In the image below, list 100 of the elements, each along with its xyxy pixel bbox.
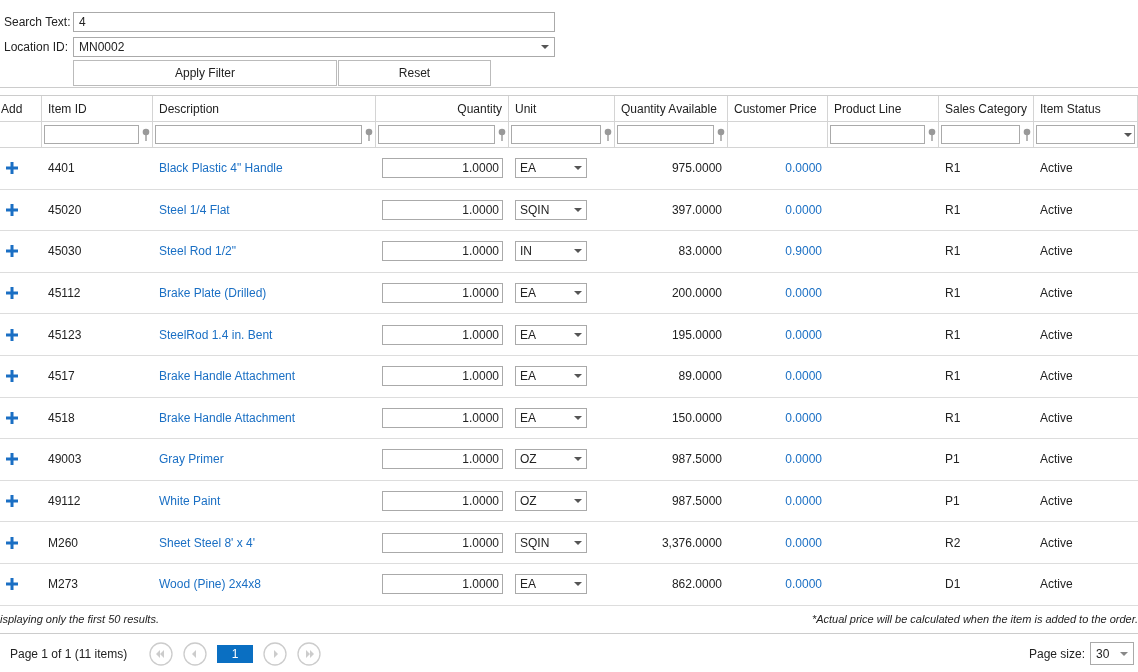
column-header[interactable]: Quantity Available xyxy=(615,96,728,122)
column-header[interactable]: Item Status xyxy=(1034,96,1138,122)
table-cell: 150.0000 xyxy=(671,410,722,425)
add-plus-icon[interactable] xyxy=(6,245,18,258)
column-header[interactable]: Item ID xyxy=(42,96,153,122)
quantity-field[interactable]: 1.0000 xyxy=(382,407,503,428)
quantity-field[interactable]: 1.0000 xyxy=(382,324,503,345)
location-id-dropdown[interactable]: MN0002 xyxy=(73,36,555,57)
quantity-field[interactable]: 1.0000 xyxy=(382,532,503,553)
quantity-field[interactable]: 1.0000 xyxy=(382,283,503,304)
price-link[interactable]: 0.0000 xyxy=(785,494,822,509)
add-plus-icon[interactable] xyxy=(6,453,18,466)
price-link[interactable]: 0.0000 xyxy=(785,577,822,592)
filter-pin-icon[interactable] xyxy=(142,128,150,141)
description-link[interactable]: Brake Plate (Drilled) xyxy=(159,286,267,301)
page-size-dropdown[interactable]: 30 xyxy=(1090,642,1134,666)
filter-pin-icon[interactable] xyxy=(717,128,725,141)
add-plus-icon[interactable] xyxy=(6,578,18,591)
price-link[interactable]: 0.0000 xyxy=(785,452,822,467)
unit-dropdown[interactable]: OZ xyxy=(515,491,587,512)
caret-icon xyxy=(574,207,582,212)
quantity-field[interactable]: 1.0000 xyxy=(382,449,503,470)
add-plus-icon[interactable] xyxy=(6,162,18,175)
quantity-field[interactable]: 1.0000 xyxy=(382,491,503,512)
quantity-field[interactable]: 1.0000 xyxy=(382,574,503,595)
add-plus-icon[interactable] xyxy=(6,370,18,383)
page-number-button[interactable]: 1 xyxy=(217,644,254,663)
table-cell: R1 xyxy=(945,244,961,259)
description-link[interactable]: Gray Primer xyxy=(159,452,224,467)
price-link[interactable]: 0.0000 xyxy=(785,410,822,425)
filter-pin-icon[interactable] xyxy=(604,128,612,141)
field-label: Location ID: xyxy=(4,39,70,54)
caret-icon xyxy=(574,499,582,504)
add-plus-icon[interactable] xyxy=(6,203,18,216)
column-filter-field[interactable] xyxy=(155,125,362,144)
table-cell: R1 xyxy=(945,369,961,384)
description-link[interactable]: Wood (Pine) 2x4x8 xyxy=(159,577,261,592)
quantity-field[interactable]: 1.0000 xyxy=(382,366,503,387)
column-filter-dropdown[interactable] xyxy=(1036,125,1135,144)
unit-dropdown[interactable]: OZ xyxy=(515,449,587,470)
price-link[interactable]: 0.0000 xyxy=(785,535,822,550)
caret-icon xyxy=(574,415,582,420)
description-link[interactable]: Steel 1/4 Flat xyxy=(159,202,230,217)
price-link[interactable]: 0.0000 xyxy=(785,369,822,384)
column-header[interactable]: Customer Price xyxy=(728,96,828,122)
table-cell: 49003 xyxy=(48,452,82,467)
price-link[interactable]: 0.9000 xyxy=(785,244,822,259)
unit-dropdown[interactable]: EA xyxy=(515,574,587,595)
unit-dropdown[interactable]: EA xyxy=(515,283,587,304)
unit-dropdown[interactable]: EA xyxy=(515,407,587,428)
table-cell: Active xyxy=(1040,577,1073,592)
price-link[interactable]: 0.0000 xyxy=(785,161,822,176)
column-filter-field[interactable] xyxy=(378,125,495,144)
column-header[interactable]: Unit xyxy=(509,96,615,122)
reset-button[interactable]: Reset xyxy=(338,60,491,86)
column-header[interactable]: Add xyxy=(0,96,42,122)
column-filter-field[interactable] xyxy=(617,125,714,144)
add-plus-icon[interactable] xyxy=(6,536,18,549)
column-header[interactable]: Quantity xyxy=(376,96,509,122)
table-cell: 975.0000 xyxy=(671,161,722,176)
filter-pin-icon[interactable] xyxy=(365,128,373,141)
price-link[interactable]: 0.0000 xyxy=(785,286,822,301)
column-header[interactable]: Product Line xyxy=(828,96,939,122)
unit-dropdown[interactable]: EA xyxy=(515,324,587,345)
filter-pin-icon[interactable] xyxy=(498,128,506,141)
caret-icon xyxy=(574,374,582,379)
column-header[interactable]: Description xyxy=(153,96,376,122)
price-link[interactable]: 0.0000 xyxy=(785,202,822,217)
unit-dropdown[interactable]: IN xyxy=(515,241,587,262)
description-link[interactable]: White Paint xyxy=(159,494,221,509)
filter-pin-icon[interactable] xyxy=(1023,128,1031,141)
description-link[interactable]: SteelRod 1.4 in. Bent xyxy=(159,327,273,342)
add-plus-icon[interactable] xyxy=(6,495,18,508)
add-plus-icon[interactable] xyxy=(6,287,18,300)
description-link[interactable]: Brake Handle Attachment xyxy=(159,410,296,425)
caret-icon xyxy=(574,249,582,254)
quantity-field[interactable]: 1.0000 xyxy=(382,158,503,179)
column-filter-field[interactable] xyxy=(830,125,925,144)
search-text-field[interactable]: 4 xyxy=(73,11,555,32)
column-filter-field[interactable] xyxy=(511,125,601,144)
unit-dropdown[interactable]: EA xyxy=(515,366,587,387)
unit-dropdown[interactable]: SQIN xyxy=(515,199,587,220)
description-link[interactable]: Brake Handle Attachment xyxy=(159,369,296,384)
table-cell: 987.5000 xyxy=(671,452,722,467)
column-filter-field[interactable] xyxy=(44,125,139,144)
filter-pin-icon[interactable] xyxy=(928,128,936,141)
price-link[interactable]: 0.0000 xyxy=(785,327,822,342)
description-link[interactable]: Sheet Steel 8' x 4' xyxy=(159,535,255,550)
column-filter-field[interactable] xyxy=(941,125,1020,144)
apply-filter-button[interactable]: Apply Filter xyxy=(73,60,337,86)
table-cell: 45030 xyxy=(48,244,82,259)
description-link[interactable]: Steel Rod 1/2" xyxy=(159,244,236,259)
unit-dropdown[interactable]: EA xyxy=(515,158,587,179)
description-link[interactable]: Black Plastic 4" Handle xyxy=(159,161,283,176)
quantity-field[interactable]: 1.0000 xyxy=(382,241,503,262)
column-header[interactable]: Sales Category xyxy=(939,96,1034,122)
add-plus-icon[interactable] xyxy=(6,328,18,341)
quantity-field[interactable]: 1.0000 xyxy=(382,199,503,220)
unit-dropdown[interactable]: SQIN xyxy=(515,532,587,553)
add-plus-icon[interactable] xyxy=(6,411,18,424)
